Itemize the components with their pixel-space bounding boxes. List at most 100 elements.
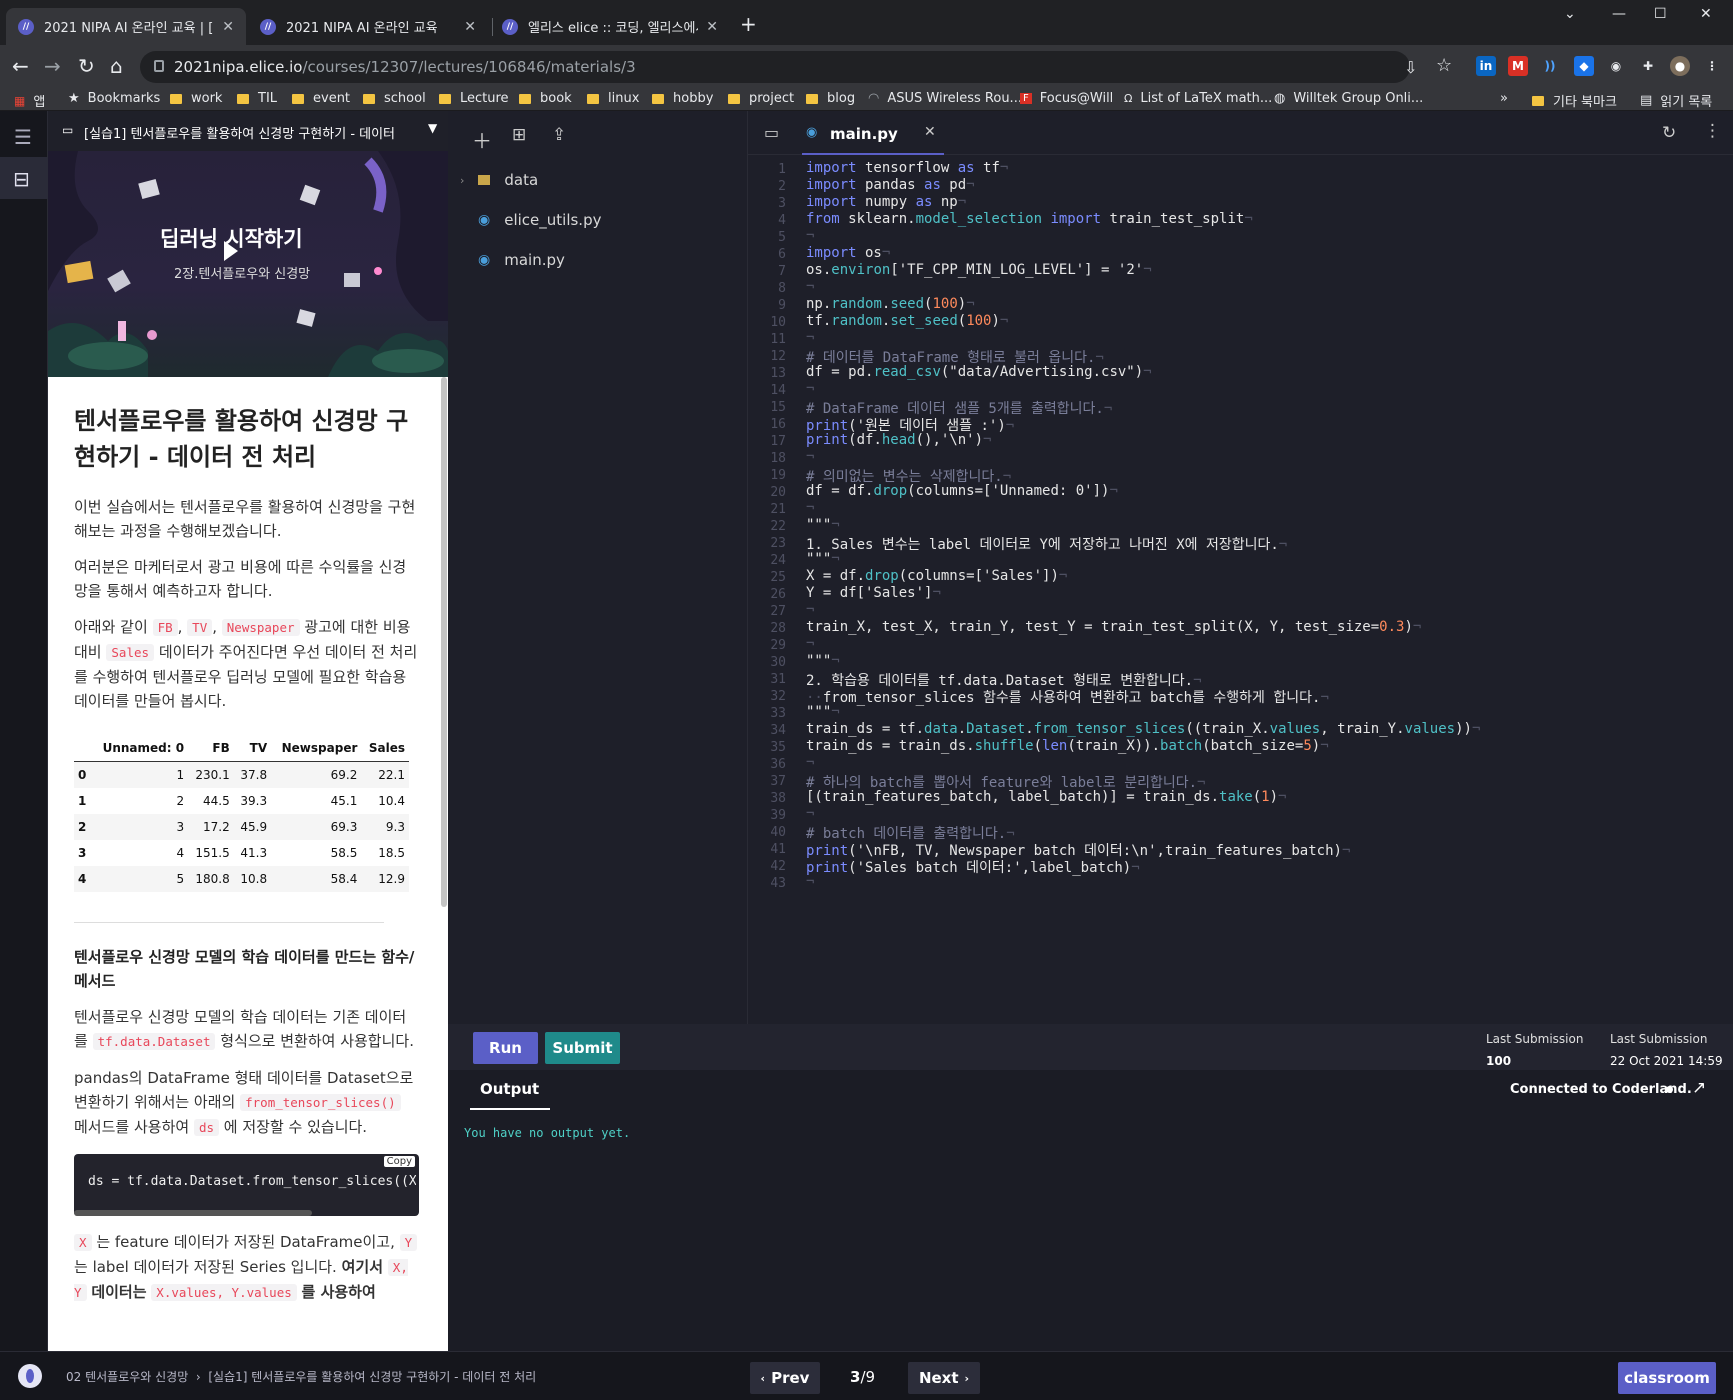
bookmark-linux[interactable]: linux [587,91,639,106]
close-tab-icon[interactable]: ✕ [924,124,936,140]
new-file-icon[interactable]: ＋ [472,125,492,154]
tab-title: 2021 NIPA AI 온라인 교육 | [응용 [44,21,214,36]
bookmark-other[interactable]: 기타 북마크 [1532,91,1617,110]
folder-outline-icon[interactable]: ▭ [764,123,779,142]
profile-avatar[interactable]: ● [1670,56,1690,76]
address-bar: ← → ↻ ⌂ 2021nipa.elice.io/courses/12307/… [0,45,1733,89]
table-cell: 39.3 [240,794,268,808]
classroom-button[interactable]: classroom [1618,1362,1716,1394]
reload-icon[interactable]: ↻ [78,55,95,77]
bookmark-willtek[interactable]: ◍ Willtek Group Onli... [1274,91,1423,106]
camera-extension-icon[interactable]: ◉ [1606,56,1626,76]
gmail-extension-icon[interactable]: M [1508,56,1528,76]
bookmark-latex[interactable]: Ω List of LaTeX math... [1124,91,1272,106]
reading-list-button[interactable]: ▤ 읽기 목록 [1640,91,1712,110]
editor-tab-main[interactable]: ◉ main.py ✕ [802,111,944,155]
maximize-icon[interactable]: ☐ [1654,6,1667,22]
list-icon[interactable]: ☰ [14,125,32,149]
code-scrollbar[interactable] [74,1210,312,1216]
line-number: 6 [778,247,786,262]
tab-search-icon[interactable]: ⌄ [1564,6,1576,22]
line-number: 30 [770,655,786,670]
book-icon: ⊟ [13,167,30,191]
file-tree-folder-data[interactable]: › data [460,171,538,189]
bookmark-apps[interactable]: ▦ 앱 [14,91,45,111]
puzzle-extensions-icon[interactable]: ✚ [1638,56,1658,76]
copy-button[interactable]: Copy [383,1156,415,1167]
external-link-icon[interactable]: ↗ [1692,1078,1706,1098]
table-cell: 2 [74,814,92,840]
star-icon: ★ [68,91,80,106]
new-tab-button[interactable]: + [740,12,757,36]
upload-icon[interactable]: ⇪ [552,125,566,145]
book-tab[interactable]: ⊟ [0,157,48,199]
run-button[interactable]: Run [473,1032,538,1064]
table-cell: 10.4 [378,794,405,808]
back-icon[interactable]: ← [12,55,29,77]
linkedin-extension-icon[interactable]: in [1476,56,1496,76]
browser-tab-3[interactable]: // 엘리스 elice :: 코딩, 엘리스에서 ✕ [490,8,730,45]
bookmark-blog[interactable]: blog [806,91,855,106]
wave-extension-icon[interactable]: )) [1540,56,1560,76]
bookmark-lecture[interactable]: Lecture [439,91,509,106]
menu-kebab-icon[interactable]: ⋮ [1702,56,1722,76]
bookmark-work[interactable]: work [170,91,222,106]
lock-icon [154,60,164,72]
refresh-icon[interactable]: ↻ [1662,123,1676,143]
close-window-icon[interactable]: ✕ [1700,6,1712,22]
home-icon[interactable]: ⌂ [110,55,123,77]
prev-button[interactable]: ‹ Prev [750,1362,820,1394]
output-tab[interactable]: Output [470,1070,550,1110]
install-icon[interactable]: ⇩ [1404,57,1417,79]
tab-title: 2021 NIPA AI 온라인 교육 [286,21,438,36]
dropdown-caret-icon[interactable]: ▼ [424,121,442,135]
bookmark-book[interactable]: book [519,91,572,106]
bookmark-hobby[interactable]: hobby [652,91,713,106]
last-submission-label: Last Submission [1486,1032,1584,1046]
bookmark-focuswill[interactable]: F Focus@Will [1020,91,1113,106]
more-options-icon[interactable]: ⋮ [1704,121,1721,141]
new-folder-icon[interactable]: ⊞ [512,125,526,145]
line-number: 11 [770,332,786,347]
close-tab-icon[interactable]: ✕ [222,19,234,35]
lesson-video-hero[interactable]: 딥러닝 시작하기 2장.텐서플로우와 신경망 [48,151,448,377]
next-button[interactable]: Next › [908,1362,980,1394]
bookmark-school[interactable]: school [363,91,426,106]
apps-grid-icon: ▦ [14,93,26,108]
file-tree-item-main[interactable]: ◉ main.py [478,251,565,269]
folder-icon [806,93,818,104]
reading-list-icon: ▤ [1640,93,1653,108]
bookmark-event[interactable]: event [292,91,350,106]
editor-tab-label: main.py [830,125,898,143]
elice-logo[interactable] [18,1364,42,1388]
line-number: 39 [770,808,786,823]
file-tree-item-elice-utils[interactable]: ◉ elice_utils.py [478,211,601,229]
browser-tab-1[interactable]: // 2021 NIPA AI 온라인 교육 | [응용 ✕ [6,8,246,45]
bookmark-asus[interactable]: ◠ ASUS Wireless Rou... [868,91,1022,106]
connection-dot-icon [1666,1086,1673,1093]
table-cell: 45.1 [330,794,358,808]
browser-tab-2[interactable]: // 2021 NIPA AI 온라인 교육 ✕ [248,8,488,45]
inline-code: X.values, Y.values [151,1284,297,1301]
divider [74,922,384,923]
url-input[interactable]: 2021nipa.elice.io/courses/12307/lectures… [140,51,1410,83]
table-cell: 22.1 [361,761,409,788]
close-tab-icon[interactable]: ✕ [464,19,476,35]
code-editor[interactable]: ▭ ◉ main.py ✕ ↻ ⋮ 1 2 3 4 5 6 7 8 9 10 11 12 13 14 15 1… [748,111,1733,1024]
bookmark-star-icon[interactable]: ☆ [1436,55,1452,77]
bookmark-bookmarks[interactable]: ★ Bookmarks [68,91,160,106]
inline-code: ds [193,1119,220,1136]
bookmark-project[interactable]: project [728,91,794,106]
focuswill-icon: F [1020,93,1032,104]
bookmarks-overflow-button[interactable]: » [1500,91,1508,106]
lesson-header[interactable]: ▭ [실습1] 텐서플로우를 활용하여 신경망 구현하기 - 데이터 ▼ [48,111,448,151]
close-tab-icon[interactable]: ✕ [706,19,718,35]
lesson-scrollbar[interactable] [441,377,447,907]
lesson-panel: ▭ [실습1] 텐서플로우를 활용하여 신경망 구현하기 - 데이터 ▼ 딥러닝… [48,111,448,1351]
shield-extension-icon[interactable]: ◆ [1574,56,1594,76]
forward-icon[interactable]: → [44,55,61,77]
bookmark-til[interactable]: TIL [237,91,277,106]
minimize-icon[interactable]: — [1612,6,1626,22]
code-area[interactable]: 1 2 3 4 5 6 7 8 9 10 11 12 13 14 15 16 17 18 19 20 21 22 23 24 2… [748,155,1733,1024]
submit-button[interactable]: Submit [545,1032,620,1064]
